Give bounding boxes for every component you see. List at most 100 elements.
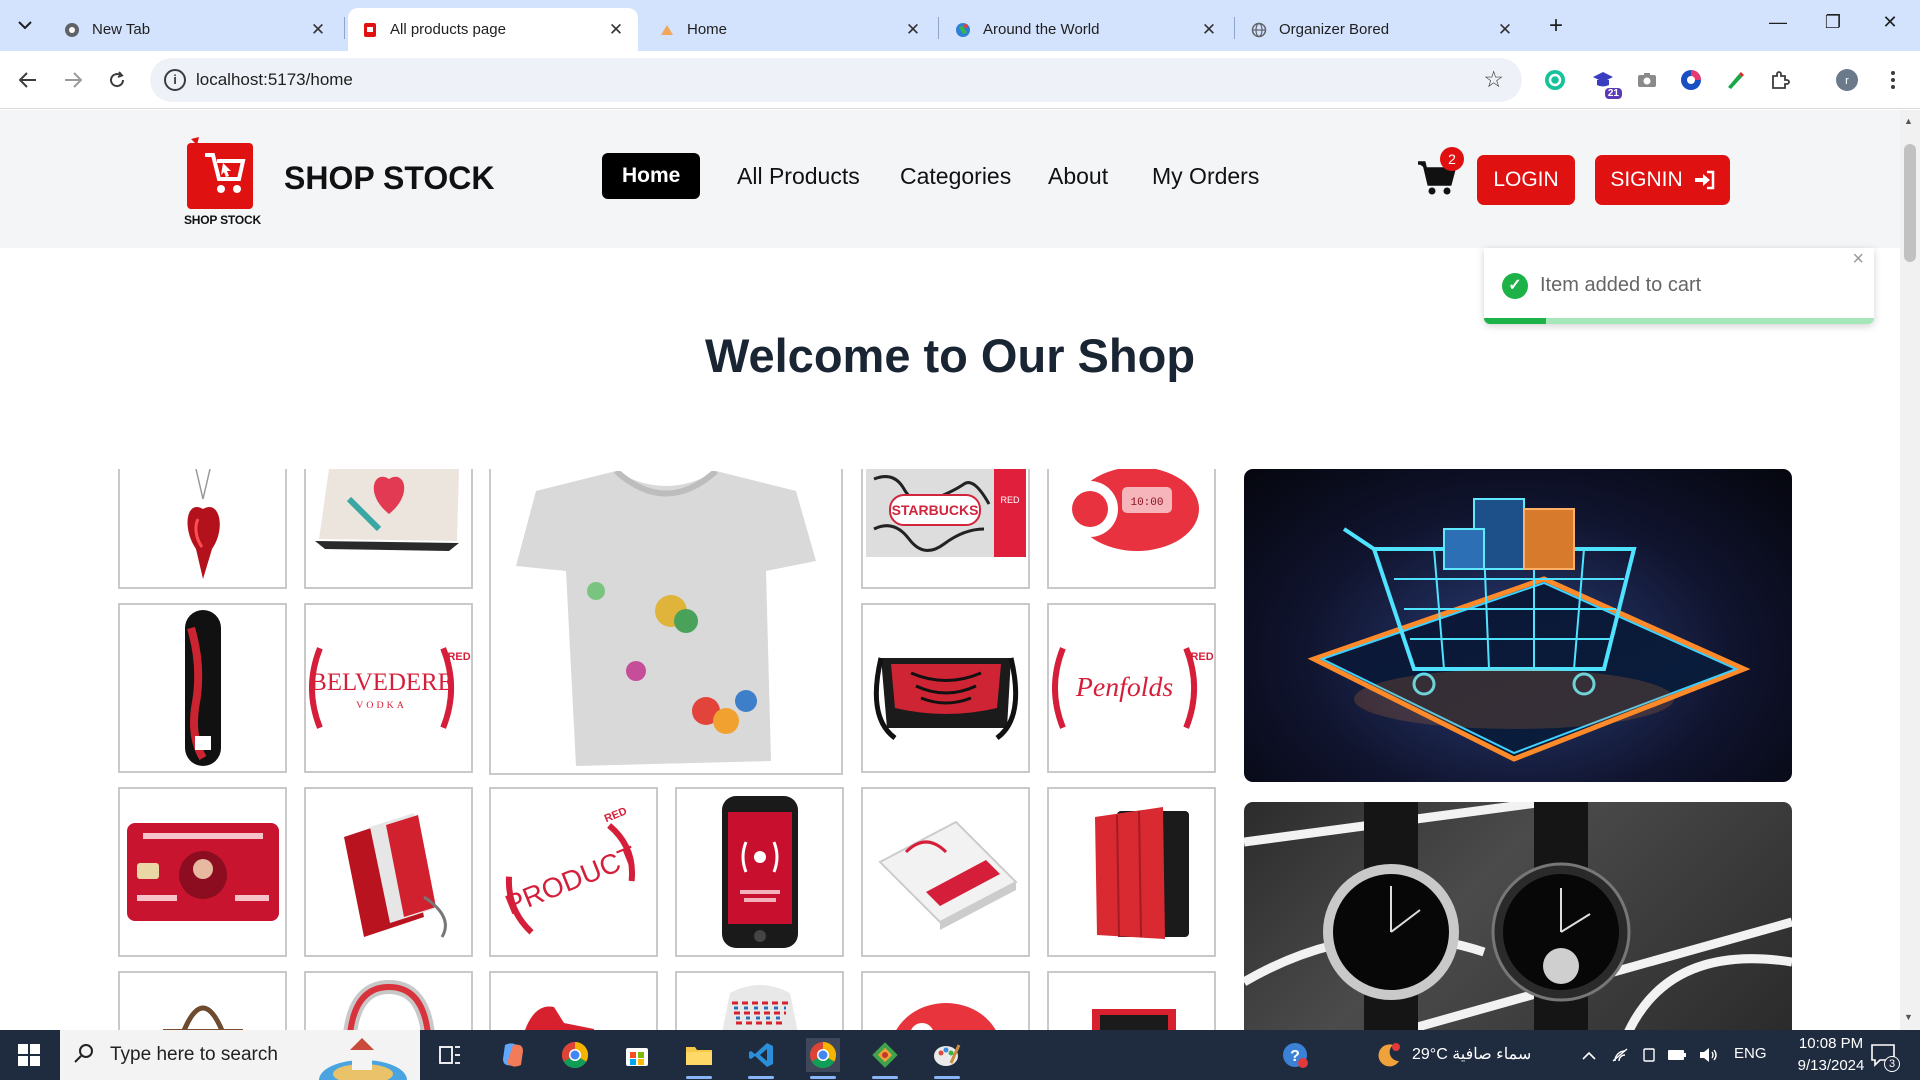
battery-icon[interactable]: [1660, 1038, 1694, 1072]
brand-name[interactable]: SHOP STOCK: [284, 160, 494, 197]
extensions-puzzle-icon[interactable]: [1767, 67, 1793, 93]
clock-time[interactable]: 10:08 PM: [1786, 1035, 1876, 1052]
product-tile-heart-pendant[interactable]: [118, 469, 287, 589]
scroll-down-arrow-icon[interactable]: ▼: [1904, 1012, 1913, 1022]
product-tile-red-cases[interactable]: [304, 787, 473, 957]
product-tile-book-box[interactable]: [861, 787, 1030, 957]
chrome-taskbar-icon[interactable]: [558, 1038, 592, 1072]
windows-start-icon[interactable]: [18, 1044, 40, 1066]
clock-date[interactable]: 9/13/2024: [1786, 1057, 1876, 1074]
product-tile-pattern-bag[interactable]: [675, 971, 844, 1030]
tab-organizer-bored[interactable]: Organizer Bored ✕: [1237, 8, 1527, 51]
login-button[interactable]: LOGIN: [1477, 155, 1575, 205]
product-tile-skateboard[interactable]: [118, 603, 287, 773]
product-tile-red-shoe[interactable]: [489, 971, 658, 1030]
minimize-button[interactable]: —: [1766, 12, 1790, 33]
svg-text:10:00: 10:00: [1130, 497, 1163, 509]
pen-extension-icon[interactable]: [1722, 67, 1748, 93]
extension-graduation-icon[interactable]: 21: [1590, 67, 1622, 99]
heart-pendant-image: [187, 469, 220, 579]
nav-categories[interactable]: Categories: [900, 163, 1011, 190]
help-tips-icon[interactable]: ?: [1278, 1038, 1312, 1072]
product-tile-ipad-cover[interactable]: [1047, 787, 1216, 957]
microsoft-store-icon[interactable]: [620, 1038, 654, 1072]
product-tile-starbucks-card[interactable]: STARBUCKS RED: [861, 469, 1030, 589]
product-tile-laptop-skin[interactable]: [304, 469, 473, 589]
close-tab-icon[interactable]: ✕: [310, 20, 326, 40]
close-tab-icon[interactable]: ✕: [1201, 20, 1217, 40]
penfolds-text: Penfolds: [1075, 672, 1173, 703]
close-tab-icon[interactable]: ✕: [608, 20, 624, 40]
nav-about[interactable]: About: [1048, 163, 1108, 190]
forward-button[interactable]: [58, 65, 88, 95]
tab-search-button[interactable]: [10, 12, 40, 38]
nav-all-products[interactable]: All Products: [737, 163, 860, 190]
product-tile-messenger-bag[interactable]: [861, 603, 1030, 773]
search-icon: [74, 1044, 93, 1063]
weather-text[interactable]: 29°C سماء صافية: [1412, 1044, 1531, 1064]
search-highlight-illustration-icon: [319, 1038, 407, 1080]
product-tile-red-speaker[interactable]: [861, 971, 1030, 1030]
url-text[interactable]: localhost:5173/home: [196, 70, 353, 90]
restore-button[interactable]: ❐: [1821, 12, 1845, 33]
address-bar[interactable]: i localhost:5173/home ☆: [150, 58, 1522, 102]
nav-home[interactable]: Home: [602, 153, 701, 199]
bookmark-star-icon[interactable]: ☆: [1483, 66, 1504, 93]
product-tile-tshirt[interactable]: [489, 469, 843, 775]
product-tile-handbag[interactable]: [118, 971, 287, 1030]
notifications-icon[interactable]: 3: [1866, 1038, 1900, 1072]
show-hidden-icons-chevron-icon[interactable]: [1572, 1038, 1606, 1072]
product-tile-alarm-clock[interactable]: 10:00: [1047, 469, 1216, 589]
neon-shopping-cart-image: [1307, 498, 1751, 762]
red-text: RED: [448, 651, 471, 663]
git-app-icon[interactable]: [868, 1038, 902, 1079]
taskbar-search-box[interactable]: Type here to search: [60, 1030, 420, 1080]
product-tile-iphone[interactable]: [675, 787, 844, 957]
tab-home[interactable]: Home ✕: [645, 8, 935, 51]
close-tab-icon[interactable]: ✕: [1497, 20, 1513, 40]
close-window-button[interactable]: ✕: [1878, 12, 1902, 33]
copilot-icon[interactable]: [496, 1038, 530, 1072]
headphones-image: [342, 979, 435, 1030]
new-tab-button[interactable]: +: [1544, 12, 1568, 40]
file-explorer-icon[interactable]: [682, 1038, 716, 1079]
product-tile-red-tablet[interactable]: [1047, 971, 1216, 1030]
hero-banner-watches[interactable]: [1244, 802, 1792, 1030]
profile-avatar-icon[interactable]: r: [1834, 67, 1860, 93]
tab-title: Organizer Bored: [1279, 21, 1390, 38]
tab-all-products[interactable]: All products page ✕: [348, 8, 638, 51]
site-info-icon[interactable]: i: [164, 69, 186, 91]
product-tile-product-red[interactable]: PRODUCT RED: [489, 787, 658, 957]
page-scrollbar[interactable]: ▲ ▼: [1900, 110, 1920, 1030]
menu-kebab-icon[interactable]: [1880, 67, 1906, 93]
task-view-icon[interactable]: [433, 1038, 467, 1072]
hero-banner-cart[interactable]: [1244, 469, 1792, 782]
windows-taskbar: Type here to search ? 29°C سماء صافية EN…: [0, 1030, 1920, 1080]
back-button[interactable]: [13, 65, 43, 95]
weather-moon-icon[interactable]: [1372, 1038, 1406, 1072]
toast-close-button[interactable]: ×: [1852, 248, 1864, 271]
nav-my-orders[interactable]: My Orders: [1152, 163, 1259, 190]
tab-new-tab[interactable]: New Tab ✕: [50, 8, 340, 51]
tab-around-the-world[interactable]: Around the World ✕: [941, 8, 1231, 51]
arrow-right-icon: [65, 72, 82, 88]
shop-stock-logo-icon[interactable]: [183, 133, 259, 223]
vscode-icon[interactable]: [744, 1038, 778, 1079]
reload-button[interactable]: [102, 65, 132, 95]
product-tile-headphones[interactable]: [304, 971, 473, 1030]
chrome-taskbar-active-icon[interactable]: [806, 1038, 840, 1079]
scroll-up-arrow-icon[interactable]: ▲: [1904, 116, 1913, 126]
product-tile-belvedere[interactable]: BELVEDERE VODKA RED: [304, 603, 473, 773]
product-tile-amex-card[interactable]: [118, 787, 287, 957]
volume-icon[interactable]: [1692, 1038, 1726, 1072]
grammarly-icon[interactable]: [1542, 67, 1568, 93]
signin-button[interactable]: SIGNIN: [1595, 155, 1730, 205]
tab-separator: [1234, 17, 1235, 39]
paint-icon[interactable]: [930, 1038, 964, 1079]
camera-icon[interactable]: [1634, 67, 1660, 93]
color-picker-extension-icon[interactable]: [1678, 67, 1704, 93]
input-language[interactable]: ENG: [1734, 1045, 1767, 1062]
product-tile-penfolds[interactable]: Penfolds RED: [1047, 603, 1216, 773]
scrollbar-thumb[interactable]: [1904, 144, 1916, 262]
close-tab-icon[interactable]: ✕: [905, 20, 921, 40]
